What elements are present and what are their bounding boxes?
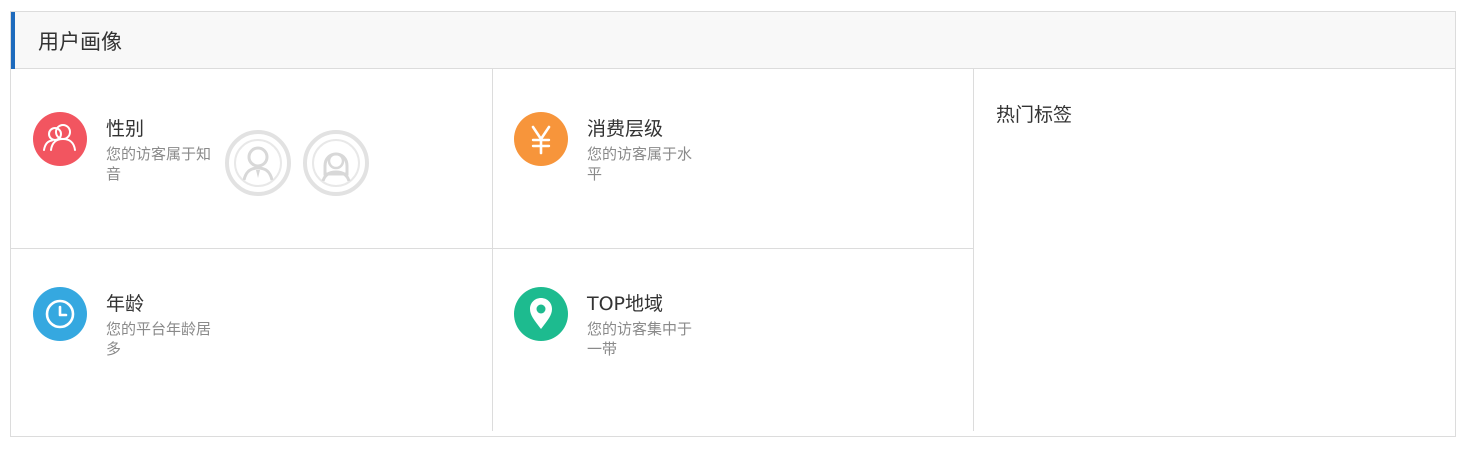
grid-divider [973,69,974,431]
female-avatar-icon [303,130,369,196]
location-pin-icon [514,287,568,341]
clock-icon [33,287,87,341]
panel-title: 用户画像 [38,30,122,54]
yen-icon [514,112,568,166]
spend-level-card: 消费层级 您的访客属于水平 [492,69,972,249]
header-accent-bar [11,12,15,69]
card-title: 性别 [106,118,145,140]
card-description: 您的访客属于水平 [587,145,693,183]
card-title: 年龄 [106,293,145,315]
card-description: 您的访客集中于一带 [587,320,693,358]
panel-header: 用户画像 [11,12,1455,69]
users-icon [33,112,87,166]
card-title: 消费层级 [587,118,664,140]
user-profile-panel: 用户画像 性别 您的访客属于知音 消费层级 您的访客属于水平 年龄 您的平台年龄… [10,11,1456,437]
male-avatar-icon [225,130,291,196]
hot-tags-title: 热门标签 [996,104,1073,126]
gender-card: 性别 您的访客属于知音 [11,69,491,249]
card-description: 您的访客属于知音 [106,145,212,183]
top-region-card: TOP地域 您的访客集中于一带 [492,249,972,429]
card-title: TOP地域 [587,293,664,315]
card-description: 您的平台年龄居多 [106,320,212,358]
age-card: 年龄 您的平台年龄居多 [11,249,491,429]
